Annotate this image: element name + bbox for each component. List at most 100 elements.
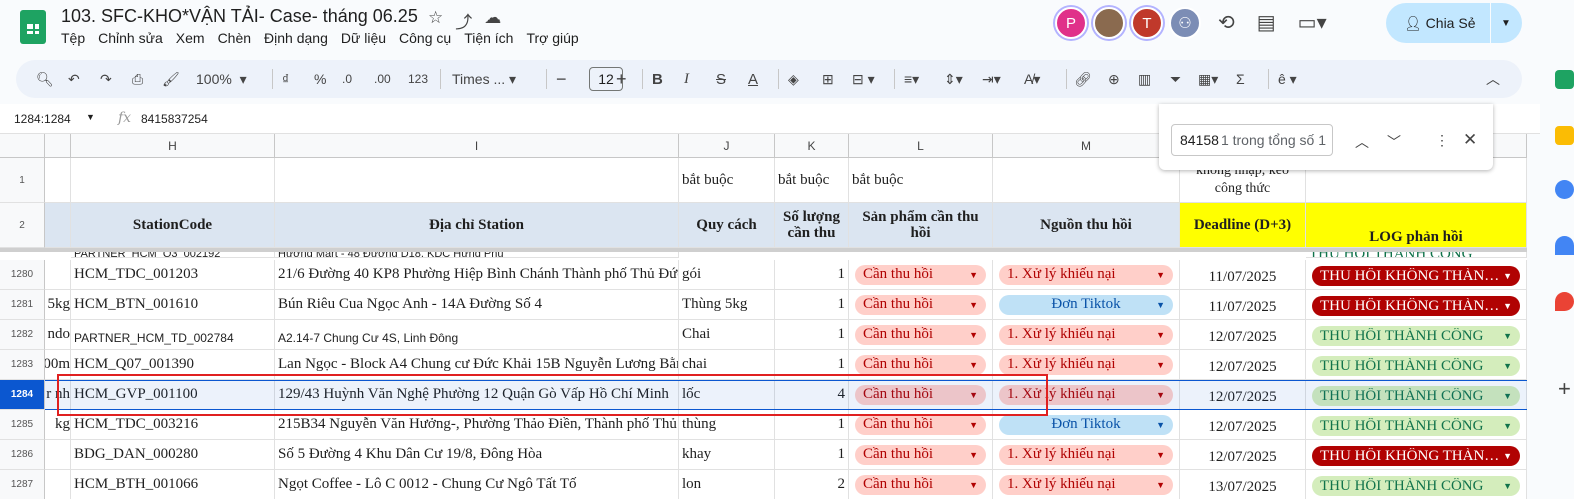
collapse-menus-icon[interactable]: ︿ xyxy=(1486,60,1500,98)
chip-dropdown-icon[interactable]: ▼ xyxy=(969,300,978,310)
column-header-k[interactable]: K xyxy=(775,134,849,158)
status-chip-san-pham[interactable]: Cần thu hồi ▼ xyxy=(855,264,986,285)
cell-j[interactable]: thùng xyxy=(679,410,775,440)
status-chip-san-pham[interactable]: Cần thu hồi ▼ xyxy=(855,444,986,465)
row-header[interactable]: 1280 xyxy=(0,260,45,290)
chip-dropdown-icon[interactable]: ▼ xyxy=(969,330,978,340)
status-chip-san-pham[interactable]: Cần thu hồi ▼ xyxy=(855,294,986,315)
row-header-2[interactable]: 2 xyxy=(0,203,45,248)
insert-chart-icon[interactable]: ▥ xyxy=(1138,60,1151,98)
row-header[interactable]: 1283 xyxy=(0,350,45,380)
cell-g[interactable]: kg xyxy=(45,410,71,440)
cell-o[interactable]: THU HỒI KHÔNG THÀNH CÔNG▼ xyxy=(1306,440,1527,470)
chip-dropdown-icon[interactable]: ▼ xyxy=(1156,300,1165,310)
chip-dropdown-icon[interactable]: ▼ xyxy=(969,480,978,490)
cell-o[interactable]: THU HỒI THÀNH CÔNG ▼ xyxy=(1306,320,1527,350)
filter-icon[interactable]: ⏷ xyxy=(1170,60,1181,98)
italic-icon[interactable]: I xyxy=(684,60,689,98)
menu-item[interactable]: Dữ liệu xyxy=(341,30,394,46)
share-button[interactable]: 👤︎ Chia Sẻ ▼ xyxy=(1386,3,1522,43)
cell-l[interactable]: Cần thu hồi ▼ xyxy=(849,260,993,290)
header-stationcode[interactable]: StationCode xyxy=(71,203,275,248)
row-header-1[interactable]: 1 xyxy=(0,158,45,203)
cell-h[interactable]: HCM_GVP_001100 xyxy=(71,380,275,410)
cell-m[interactable]: Đơn Tiktok ▼ xyxy=(993,410,1180,440)
cell-l[interactable]: Cần thu hồi ▼ xyxy=(849,290,993,320)
paint-format-icon[interactable]: 🖌︎ xyxy=(162,60,180,98)
cell-l[interactable]: Cần thu hồi ▼ xyxy=(849,470,993,499)
insert-link-icon[interactable]: 🔗︎ xyxy=(1074,60,1092,98)
cell-o[interactable]: THU HỒI THÀNH CÔNG ▼ xyxy=(1306,380,1527,410)
cell-i[interactable]: 129/43 Huỳnh Văn Nghệ Phường 12 Quận Gò … xyxy=(275,380,679,410)
cell-i[interactable]: 215B34 Nguyễn Văn Hưởng-, Phường Thảo Đi… xyxy=(275,410,679,440)
cell-j[interactable]: gói xyxy=(679,260,775,290)
column-header-g[interactable] xyxy=(45,134,71,158)
percent-format-button[interactable]: % xyxy=(314,60,326,98)
cell-i[interactable]: Bún Riêu Cua Ngọc Anh - 14A Đường Số 4 xyxy=(275,290,679,320)
column-header-j[interactable]: J xyxy=(679,134,775,158)
avatar[interactable]: T xyxy=(1131,7,1163,39)
cell-k[interactable]: 1 xyxy=(775,350,849,380)
chip-dropdown-icon[interactable]: ▼ xyxy=(969,270,978,280)
header-log-phan-hoi[interactable]: LOG phản hồi xyxy=(1306,203,1527,248)
font-select[interactable]: Times ... ▾ xyxy=(452,60,516,98)
cell-l[interactable]: Cần thu hồi ▼ xyxy=(849,380,993,410)
menu-item[interactable]: Công cụ xyxy=(399,30,459,46)
header-quy-cach[interactable]: Quy cách xyxy=(679,203,775,248)
find-next-icon[interactable]: ﹀ xyxy=(1387,132,1401,152)
log-status-chip[interactable]: THU HỒI THÀNH CÔNG ▼ xyxy=(1312,356,1520,376)
status-chip-san-pham[interactable]: Cần thu hồi ▼ xyxy=(855,324,986,345)
history-icon[interactable]: ⟲ xyxy=(1218,10,1235,35)
cell-h[interactable]: HCM_Q07_001390 xyxy=(71,350,275,380)
borders-icon[interactable]: ⊞ xyxy=(822,60,834,98)
undo-icon[interactable]: ↶ xyxy=(68,60,80,98)
chip-dropdown-icon[interactable]: ▼ xyxy=(1503,301,1512,311)
status-chip-san-pham[interactable]: Cần thu hồi ▼ xyxy=(855,414,986,435)
cell-n[interactable]: 12/07/2025 xyxy=(1180,350,1306,380)
row-header[interactable]: 1286 xyxy=(0,440,45,470)
name-box[interactable]: 1284:1284 xyxy=(14,112,71,126)
cell-n[interactable]: 12/07/2025 xyxy=(1180,410,1306,440)
chip-dropdown-icon[interactable]: ▼ xyxy=(1503,331,1512,341)
sheets-logo-icon[interactable] xyxy=(20,10,46,44)
chip-dropdown-icon[interactable]: ▼ xyxy=(1156,420,1165,430)
log-status-chip[interactable]: THU HỒI KHÔNG THÀNH CÔNG▼ xyxy=(1312,266,1520,286)
chip-dropdown-icon[interactable]: ▼ xyxy=(1156,360,1165,370)
functions-icon[interactable]: Σ xyxy=(1236,60,1245,98)
name-box-dropdown-icon[interactable]: ▼ xyxy=(86,112,95,122)
cell-n[interactable]: 13/07/2025 xyxy=(1180,470,1306,499)
row-header[interactable]: 1281 xyxy=(0,290,45,320)
source-chip[interactable]: Đơn Tiktok ▼ xyxy=(999,414,1173,435)
log-status-chip[interactable]: THU HỒI THÀNH CÔNG ▼ xyxy=(1312,476,1520,496)
chip-dropdown-icon[interactable]: ▼ xyxy=(969,390,978,400)
cell-h[interactable]: HCM_TDC_003216 xyxy=(71,410,275,440)
find-input[interactable]: 84158 1 trong tổng số 1 xyxy=(1171,124,1333,156)
zoom-select[interactable]: 100% ▾ xyxy=(196,60,247,98)
menu-item[interactable]: Chỉnh sửa xyxy=(98,30,171,46)
decrease-decimal-button[interactable]: .0 xyxy=(342,60,352,98)
chip-dropdown-icon[interactable]: ▼ xyxy=(1156,270,1165,280)
cell-i[interactable]: Số 5 Đường 4 Khu Dân Cư 19/8, Đông Hòa xyxy=(275,440,679,470)
menu-item[interactable]: Trợ giúp xyxy=(526,30,586,46)
select-all-corner[interactable] xyxy=(0,134,45,158)
row-header[interactable]: 1285 xyxy=(0,410,45,440)
increase-font-size-button[interactable]: + xyxy=(616,60,627,98)
cell-m[interactable]: 1. Xử lý khiếu nại ▼ xyxy=(993,380,1180,410)
source-chip[interactable]: 1. Xử lý khiếu nại ▼ xyxy=(999,474,1173,495)
column-header-m[interactable]: M xyxy=(993,134,1180,158)
status-chip-san-pham[interactable]: Cần thu hồi ▼ xyxy=(855,354,986,375)
increase-decimal-button[interactable]: .00 xyxy=(374,60,391,98)
cell-k[interactable]: 2 xyxy=(775,470,849,499)
text-rotation-icon[interactable]: A̸▾ xyxy=(1024,60,1040,98)
cell-k[interactable]: 1 xyxy=(775,320,849,350)
cell-l[interactable]: Cần thu hồi ▼ xyxy=(849,410,993,440)
cell-k[interactable]: 1 xyxy=(775,440,849,470)
find-close-icon[interactable]: ✕ xyxy=(1463,130,1477,150)
chip-dropdown-icon[interactable]: ▼ xyxy=(1503,391,1512,401)
cell-g[interactable]: 00m xyxy=(45,350,71,380)
tasks-icon[interactable] xyxy=(1555,180,1574,199)
cell-j[interactable]: khay xyxy=(679,440,775,470)
menu-item[interactable]: Tiện ích xyxy=(464,30,521,46)
cell-m[interactable]: 1. Xử lý khiếu nại ▼ xyxy=(993,320,1180,350)
cell-i[interactable]: A2.14-7 Chung Cư 4S, Linh Đông xyxy=(275,320,679,350)
